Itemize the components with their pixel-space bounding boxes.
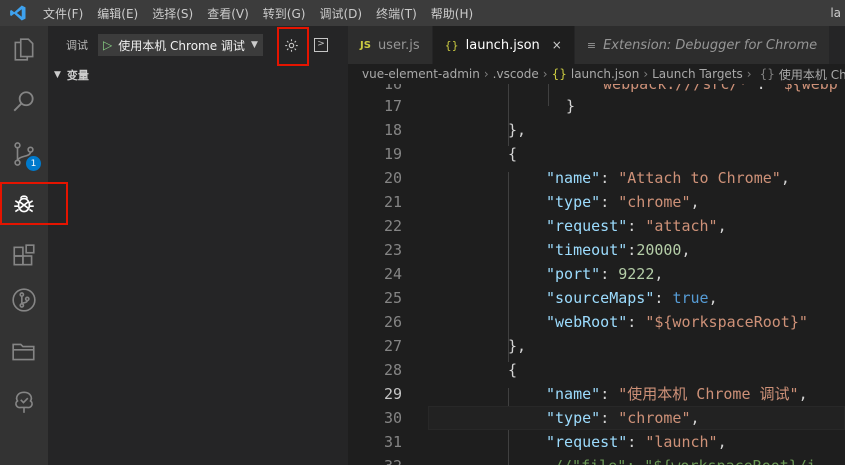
- js-file-icon: JS: [360, 39, 371, 51]
- window-title-fragment: la: [830, 6, 841, 20]
- code-editor[interactable]: 16 "webpack:///src/*": "${webp 17} 18}, 1…: [348, 84, 845, 465]
- code-line: 30 "type": "chrome",: [383, 409, 700, 427]
- source-control-button[interactable]: 1: [0, 130, 48, 178]
- code-line-current: 29 "name": "使用本机 Chrome 调试",: [383, 385, 808, 403]
- code-line: 31 "request": "launch",: [383, 433, 727, 451]
- debug-button[interactable]: [0, 180, 48, 228]
- chevron-right-icon: ›: [643, 67, 649, 81]
- menu-terminal[interactable]: 终端(T): [369, 5, 424, 22]
- chevron-right-icon: ›: [483, 67, 489, 81]
- chevron-down-icon: ▼: [54, 70, 61, 80]
- breadcrumb-item[interactable]: Launch Targets: [652, 67, 743, 81]
- extensions-icon: [13, 244, 35, 266]
- chevron-right-icon: ›: [542, 67, 548, 81]
- code-line: 17}: [383, 97, 576, 115]
- code-line: 25 "sourceMaps": true,: [383, 289, 718, 307]
- preview-icon: ≡: [586, 38, 597, 52]
- debug-console-icon[interactable]: >: [314, 38, 328, 52]
- breadcrumb: vue-element-admin › .vscode › {} launch.…: [348, 64, 845, 84]
- tab-launch-json[interactable]: {} launch.json ×: [432, 26, 575, 64]
- code-line: 21 "type": "chrome",: [383, 193, 700, 211]
- breadcrumb-item[interactable]: vue-element-admin: [362, 67, 480, 81]
- extensions-button[interactable]: [0, 232, 48, 280]
- tab-label: Extension: Debugger for Chrome: [603, 37, 818, 53]
- tree-icon: [15, 391, 33, 413]
- menu-file[interactable]: 文件(F): [36, 5, 90, 22]
- breadcrumb-item[interactable]: launch.json: [571, 67, 639, 81]
- menu-selection[interactable]: 选择(S): [145, 5, 200, 22]
- gear-icon[interactable]: [281, 35, 301, 55]
- tree-button[interactable]: [0, 378, 48, 426]
- code-line: 20 "name": "Attach to Chrome",: [383, 169, 790, 187]
- menu-edit[interactable]: 编辑(E): [90, 5, 145, 22]
- json-file-icon: {}: [444, 38, 459, 52]
- object-icon: {}: [759, 67, 775, 81]
- code-line: 27},: [383, 337, 527, 355]
- json-file-icon: {}: [551, 67, 567, 81]
- menu-go[interactable]: 转到(G): [256, 5, 313, 22]
- menu-help[interactable]: 帮助(H): [424, 5, 480, 22]
- variables-section-header[interactable]: ▼ 变量: [48, 64, 348, 86]
- debug-config-name: 使用本机 Chrome 调试: [118, 38, 245, 53]
- breadcrumb-item[interactable]: 使用本机 Chr: [779, 66, 845, 83]
- debug-icon: [14, 195, 34, 213]
- menu-debug[interactable]: 调试(D): [312, 5, 369, 22]
- debug-title: 调试: [66, 39, 88, 52]
- chevron-right-icon: ›: [746, 67, 752, 81]
- code-line: 18},: [383, 121, 527, 139]
- scm-badge: 1: [26, 156, 41, 171]
- git-graph-icon: [12, 288, 36, 312]
- code-line: 26 "webRoot": "${workspaceRoot}": [383, 313, 808, 331]
- git-graph-button[interactable]: [0, 276, 48, 324]
- code-line: 22 "request": "attach",: [383, 217, 727, 235]
- explorer-button[interactable]: [0, 26, 48, 74]
- variables-label: 变量: [66, 69, 89, 82]
- debug-toolbar: 调试 ▷ 使用本机 Chrome 调试 ▼ >: [48, 26, 348, 64]
- editor-tabs: JS user.js {} launch.json × ≡ Extension:…: [348, 26, 845, 64]
- title-bar: 文件(F) 编辑(E) 选择(S) 查看(V) 转到(G) 调试(D) 终端(T…: [0, 0, 845, 26]
- editor-area: JS user.js {} launch.json × ≡ Extension:…: [348, 26, 845, 465]
- code-line: 32//"file": "${workspaceRoot}/i: [348, 454, 845, 465]
- menu-view[interactable]: 查看(V): [200, 5, 256, 22]
- code-line: 24 "port": 9222,: [383, 265, 664, 283]
- code-line: 23 "timeout":20000,: [383, 241, 691, 259]
- search-icon: [13, 91, 34, 112]
- close-icon[interactable]: ×: [552, 38, 562, 52]
- vscode-logo-icon: [6, 0, 30, 26]
- debug-config-select[interactable]: ▷ 使用本机 Chrome 调试 ▼: [98, 34, 263, 56]
- start-debugging-icon[interactable]: ▷: [103, 38, 112, 52]
- tab-extension-debugger-chrome[interactable]: ≡ Extension: Debugger for Chrome: [574, 26, 831, 64]
- activity-bar: 1: [0, 26, 48, 465]
- tab-label: user.js: [377, 37, 420, 53]
- tab-user-js[interactable]: JS user.js: [348, 26, 433, 64]
- folder-button[interactable]: [0, 328, 48, 376]
- code-line: 19{: [383, 145, 518, 163]
- search-button[interactable]: [0, 78, 48, 126]
- chevron-down-icon: ▼: [250, 40, 258, 50]
- code-line: 28{: [383, 361, 518, 379]
- tab-label: launch.json: [465, 37, 540, 53]
- debug-sidebar: 调试 ▷ 使用本机 Chrome 调试 ▼ > ▼ 变量: [48, 26, 348, 465]
- files-icon: [14, 38, 34, 61]
- folder-icon: [12, 343, 35, 361]
- breadcrumb-item[interactable]: .vscode: [493, 67, 539, 81]
